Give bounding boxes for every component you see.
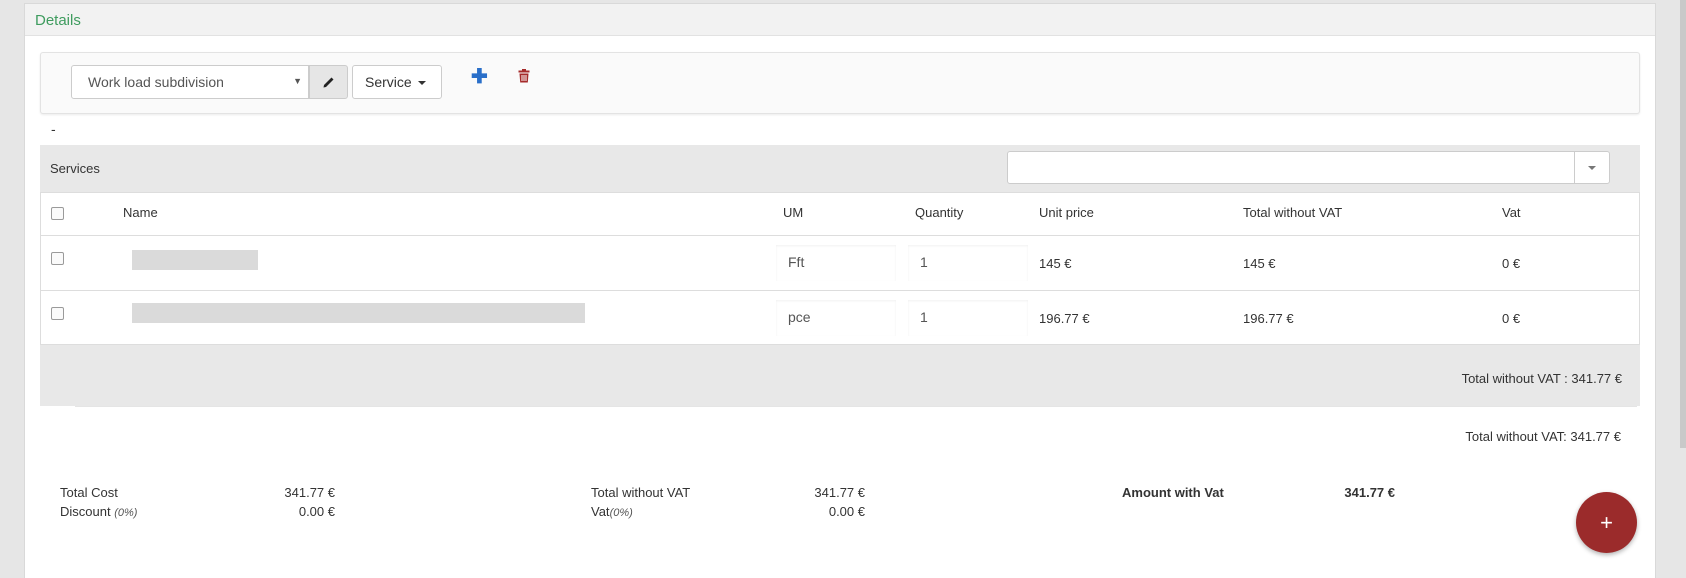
row-checkbox[interactable] bbox=[51, 307, 64, 320]
um-value: pce bbox=[788, 309, 811, 325]
vat-value: 0 € bbox=[1502, 256, 1521, 271]
select-all-checkbox[interactable] bbox=[51, 207, 64, 220]
summary-total-without-vat-value: 341.77 € bbox=[814, 485, 865, 500]
um-input[interactable]: Fft bbox=[776, 245, 896, 281]
redacted-name bbox=[132, 250, 258, 270]
page-scrollbar[interactable] bbox=[1680, 0, 1686, 448]
subdivision-select-value: Work load subdivision bbox=[88, 74, 224, 90]
vat-label: Vat(0%) bbox=[591, 504, 633, 519]
subdivision-select[interactable]: Work load subdivision ▼ bbox=[71, 65, 309, 99]
plus-icon: + bbox=[1600, 509, 1613, 535]
services-total: Total without VAT : 341.77 € bbox=[1461, 371, 1622, 386]
divider bbox=[75, 406, 1637, 407]
services-section: Services Name UM Quantity Unit price Tot… bbox=[40, 145, 1640, 406]
add-fab-button[interactable]: + bbox=[1576, 492, 1637, 553]
select-arrow-icon: ▼ bbox=[293, 76, 302, 86]
pencil-icon bbox=[323, 77, 333, 88]
header-divider bbox=[41, 235, 1639, 236]
vat-percent: (0%) bbox=[609, 507, 633, 519]
services-table: Name UM Quantity Unit price Total withou… bbox=[40, 192, 1640, 345]
header-name: Name bbox=[123, 205, 158, 220]
header-um: UM bbox=[783, 205, 804, 220]
unit-price: 145 € bbox=[1039, 256, 1072, 271]
summary-total-without-vat-label: Total without VAT bbox=[591, 485, 691, 500]
service-dropdown-label: Service bbox=[365, 74, 412, 90]
um-value: Fft bbox=[788, 254, 805, 270]
quantity-value: 1 bbox=[920, 309, 928, 325]
plus-icon[interactable]: ✚ bbox=[471, 67, 488, 87]
discount-value: 0.00 € bbox=[298, 504, 335, 519]
amount-with-vat-label: Amount with Vat bbox=[1122, 485, 1224, 500]
trash-icon[interactable] bbox=[518, 69, 530, 86]
header-total-without-vat: Total without VAT bbox=[1243, 205, 1343, 220]
service-dropdown-button[interactable]: Service bbox=[352, 65, 442, 99]
total-cost-label: Total Cost bbox=[60, 485, 118, 500]
edit-button[interactable] bbox=[309, 65, 348, 99]
row-checkbox[interactable] bbox=[51, 252, 64, 265]
dash-separator: - bbox=[51, 121, 56, 137]
vat-total-value: 0.00 € bbox=[828, 504, 865, 519]
quantity-value: 1 bbox=[920, 254, 928, 270]
header-vat: Vat bbox=[1502, 205, 1521, 220]
quantity-input[interactable]: 1 bbox=[908, 300, 1028, 336]
header-unit-price: Unit price bbox=[1039, 205, 1094, 220]
unit-price: 196.77 € bbox=[1039, 311, 1090, 326]
panel-title: Details bbox=[25, 4, 1655, 36]
total-without-vat: 196.77 € bbox=[1243, 311, 1294, 326]
header-quantity: Quantity bbox=[915, 205, 964, 220]
total-cost-value: 341.77 € bbox=[284, 485, 335, 500]
details-panel: Details Work load subdivision ▼ Service … bbox=[24, 3, 1656, 578]
row-divider bbox=[41, 290, 1639, 291]
services-search-dropdown[interactable] bbox=[1574, 152, 1609, 183]
services-search-input[interactable] bbox=[1007, 151, 1610, 184]
chevron-down-icon bbox=[1588, 165, 1596, 170]
services-label: Services bbox=[50, 161, 100, 176]
quantity-input[interactable]: 1 bbox=[908, 245, 1028, 281]
discount-percent: (0%) bbox=[114, 507, 138, 519]
discount-label: Discount (0%) bbox=[60, 504, 137, 519]
total-without-vat: 145 € bbox=[1243, 256, 1276, 271]
overall-total-without-vat: Total without VAT: 341.77 € bbox=[1465, 429, 1621, 444]
discount-label-text: Discount bbox=[60, 504, 111, 519]
vat-label-text: Vat bbox=[591, 504, 610, 519]
vat-value: 0 € bbox=[1502, 311, 1521, 326]
amount-with-vat-value: 341.77 € bbox=[1344, 485, 1395, 500]
um-input[interactable]: pce bbox=[776, 300, 896, 336]
redacted-name bbox=[132, 303, 585, 323]
caret-down-icon bbox=[417, 81, 426, 86]
toolbar: Work load subdivision ▼ Service ✚ bbox=[40, 52, 1640, 114]
